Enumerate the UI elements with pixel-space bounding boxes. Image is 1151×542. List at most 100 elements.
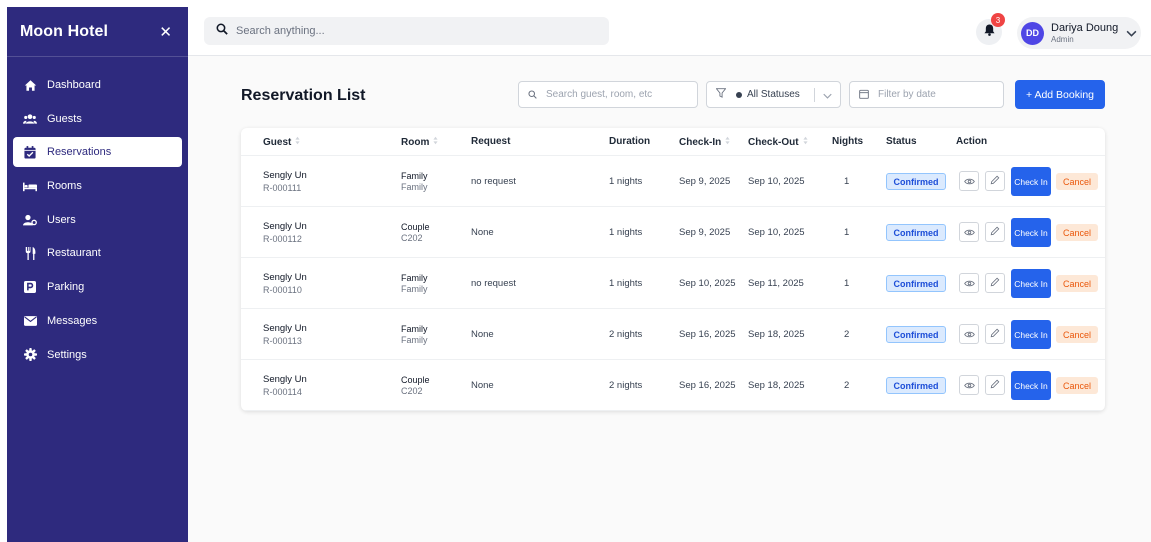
column-label: Action: [956, 136, 988, 147]
reservations-table: Guest Room Request Duration Check-In Che…: [241, 128, 1105, 411]
column-checkout[interactable]: Check-Out: [748, 136, 808, 148]
sidebar-item-reservations[interactable]: Reservations: [13, 137, 182, 168]
table-row: Sengly Un R-000111 Family Family no requ…: [241, 156, 1105, 207]
guest-name: Sengly Un: [263, 374, 307, 385]
sidebar-item-users[interactable]: Users: [13, 205, 182, 235]
room-number: C202: [401, 386, 423, 396]
check-in-button[interactable]: Check In: [1011, 371, 1051, 400]
cancel-button[interactable]: Cancel: [1056, 224, 1098, 241]
table-row: Sengly Un R-000110 Family Family no requ…: [241, 258, 1105, 309]
close-icon[interactable]: ✕: [159, 23, 172, 41]
pencil-icon: [990, 223, 1000, 241]
status-badge: Confirmed: [886, 326, 946, 343]
top-strip: [0, 0, 1151, 7]
table-header: Guest Room Request Duration Check-In Che…: [241, 128, 1105, 156]
sidebar-item-rooms[interactable]: Rooms: [13, 171, 182, 201]
checkout-cell: Sep 10, 2025: [748, 176, 805, 187]
column-nights: Nights: [832, 136, 863, 147]
sidebar: Moon Hotel ✕ Dashboard Guests Reservatio…: [7, 7, 188, 542]
edit-button[interactable]: [985, 222, 1005, 242]
checkin-cell: Sep 16, 2025: [679, 380, 736, 391]
edit-button[interactable]: [985, 324, 1005, 344]
cancel-button[interactable]: Cancel: [1056, 377, 1098, 394]
room-cell: Family Family: [401, 171, 428, 192]
column-label: Room: [401, 136, 430, 148]
view-button[interactable]: [959, 375, 979, 395]
cancel-button[interactable]: Cancel: [1056, 173, 1098, 190]
guest-cell: Sengly Un R-000110: [263, 272, 307, 295]
reservation-id: R-000113: [263, 336, 302, 346]
user-cog-icon: [23, 213, 37, 227]
brand-title: Moon Hotel: [20, 22, 109, 40]
view-button[interactable]: [959, 171, 979, 191]
date-filter-input[interactable]: [878, 89, 1010, 100]
sidebar-item-label: Reservations: [47, 146, 112, 159]
view-button[interactable]: [959, 273, 979, 293]
sidebar-item-label: Messages: [47, 314, 98, 327]
checkout-cell: Sep 10, 2025: [748, 227, 805, 238]
add-booking-button[interactable]: + Add Booking: [1015, 80, 1105, 109]
duration-cell: 1 nights: [609, 176, 643, 187]
sidebar-item-guests[interactable]: Guests: [13, 104, 182, 134]
cancel-button[interactable]: Cancel: [1056, 326, 1098, 343]
reservation-id: R-000112: [263, 234, 302, 244]
status-badge: Confirmed: [886, 173, 946, 190]
edit-button[interactable]: [985, 273, 1005, 293]
bell-icon: [983, 23, 995, 41]
filter-icon: [715, 88, 727, 101]
room-type: Couple: [401, 222, 430, 232]
column-request: Request: [471, 136, 510, 147]
global-search-input[interactable]: [236, 25, 596, 37]
cancel-button[interactable]: Cancel: [1056, 275, 1098, 292]
notifications-button[interactable]: 3: [976, 13, 1005, 45]
guest-cell: Sengly Un R-000112: [263, 221, 307, 244]
duration-cell: 2 nights: [609, 380, 643, 391]
status-filter-select[interactable]: All Statuses: [706, 81, 841, 108]
sidebar-item-messages[interactable]: Messages: [13, 306, 182, 336]
reservation-search-input[interactable]: [546, 89, 686, 100]
column-label: Request: [471, 136, 511, 147]
sidebar-item-settings[interactable]: Settings: [13, 340, 182, 370]
room-cell: Couple C202: [401, 375, 430, 396]
check-in-button[interactable]: Check In: [1011, 218, 1051, 247]
check-in-button[interactable]: Check In: [1011, 167, 1051, 196]
guest-name: Sengly Un: [263, 323, 307, 334]
nights-cell: 1: [844, 278, 850, 289]
room-cell: Family Family: [401, 324, 428, 345]
pencil-icon: [990, 274, 1000, 292]
chevron-down-icon: [1126, 24, 1137, 42]
request-cell: None: [471, 329, 494, 340]
sidebar-item-label: Rooms: [47, 180, 82, 193]
column-duration: Duration: [609, 136, 650, 147]
nights-cell: 2: [844, 329, 850, 340]
sidebar-item-restaurant[interactable]: Restaurant: [13, 238, 182, 268]
reservation-id: R-000110: [263, 285, 302, 295]
column-guest[interactable]: Guest: [263, 136, 300, 148]
room-cell: Family Family: [401, 273, 428, 294]
users-group-icon: [23, 112, 37, 126]
check-in-button[interactable]: Check In: [1011, 269, 1051, 298]
edit-button[interactable]: [985, 375, 1005, 395]
view-button[interactable]: [959, 222, 979, 242]
column-label: Check-In: [679, 136, 722, 148]
edit-button[interactable]: [985, 171, 1005, 191]
column-label: Check-Out: [748, 136, 799, 148]
gear-icon: [23, 348, 37, 362]
view-button[interactable]: [959, 324, 979, 344]
user-menu[interactable]: DD Dariya Doung Admin: [1017, 17, 1141, 49]
column-checkin[interactable]: Check-In: [679, 136, 730, 148]
checkin-cell: Sep 10, 2025: [679, 278, 736, 289]
pencil-icon: [990, 172, 1000, 190]
sidebar-item-parking[interactable]: Parking: [13, 272, 182, 302]
column-room[interactable]: Room: [401, 136, 438, 148]
eye-icon: [963, 376, 975, 394]
sidebar-item-label: Settings: [47, 348, 87, 361]
eye-icon: [963, 325, 975, 343]
pencil-icon: [990, 325, 1000, 343]
parking-icon: [23, 280, 37, 294]
checkout-cell: Sep 18, 2025: [748, 329, 805, 340]
sidebar-item-dashboard[interactable]: Dashboard: [13, 70, 182, 100]
checkin-cell: Sep 9, 2025: [679, 176, 731, 187]
check-in-button[interactable]: Check In: [1011, 320, 1051, 349]
date-filter: [849, 81, 1010, 108]
